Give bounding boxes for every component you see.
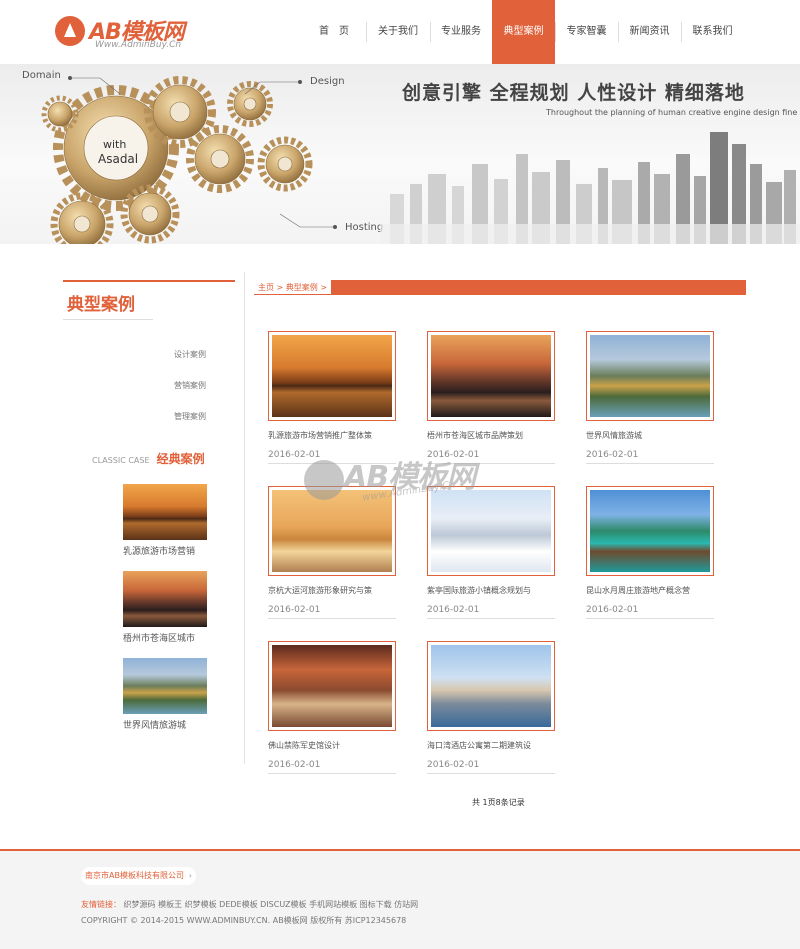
footer-links: 友情链接： 织梦源码 模板王 织梦模板 DEDE模板 DISCUZ模板 手机网站… [81, 899, 418, 910]
sidebar-title: 典型案例 [67, 295, 135, 315]
hero-banner: Domain Design Hosting with Asadal 创意引擎 全… [0, 64, 800, 244]
nav-contact[interactable]: 联系我们 [681, 0, 744, 64]
case-date: 2016-02-01 [427, 605, 555, 619]
case-image[interactable] [272, 335, 392, 417]
sidebar-case-3-caption[interactable]: 世界风情旅游城 [123, 718, 207, 731]
sidebar-link-management[interactable]: 管理案例 [174, 411, 206, 422]
watermark-logo-icon [304, 460, 344, 500]
breadcrumb[interactable]: 主页 > 典型案例 > [254, 280, 332, 295]
case-date: 2016-02-01 [586, 605, 714, 619]
gear-center-line1: with [103, 138, 127, 151]
sidebar-link-marketing[interactable]: 营销案例 [174, 380, 206, 391]
case-title[interactable]: 海口湾酒店公寓第二期建筑设 [427, 740, 555, 751]
gear-label-design: Design [310, 76, 345, 87]
sidebar-case-1-image[interactable] [123, 484, 207, 540]
header: AB模板网 Www.AdminBuy.Cn 首 页 关于我们 专业服务 典型案例… [0, 0, 800, 64]
case-image[interactable] [272, 645, 392, 727]
sidebar-case-1[interactable]: 乳源旅游市场营销 [123, 484, 207, 557]
case-image[interactable] [590, 490, 710, 572]
case-card[interactable]: 佛山禁陈军史馆设计 2016-02-01 [268, 641, 396, 774]
nav-experts[interactable]: 专家智囊 [555, 0, 618, 64]
case-card[interactable]: 梧州市苍海区城市品牌策划 2016-02-01 [427, 331, 555, 464]
case-card[interactable]: 紫亭国际旅游小镇概念规划与 2016-02-01 [427, 486, 555, 619]
case-image[interactable] [590, 335, 710, 417]
footer-company-badge[interactable]: 南京市AB模板科技有限公司 [81, 867, 196, 885]
sidebar-header: 典型案例 [63, 280, 235, 320]
case-date: 2016-02-01 [586, 450, 714, 464]
gears-graphic [41, 76, 337, 244]
nav-news[interactable]: 新闻资讯 [618, 0, 681, 64]
logo-subtext: Www.AdminBuy.Cn [95, 40, 182, 50]
case-title[interactable]: 京杭大运河旅游形象研究与策 [268, 585, 396, 596]
case-card[interactable]: 乳源旅游市场营销推广整体策 2016-02-01 [268, 331, 396, 464]
case-title[interactable]: 佛山禁陈军史馆设计 [268, 740, 396, 751]
case-date: 2016-02-01 [268, 605, 396, 619]
case-image[interactable] [431, 335, 551, 417]
case-date: 2016-02-01 [268, 760, 396, 774]
case-title[interactable]: 世界风情旅游城 [586, 430, 714, 441]
footer-copyright: COPYRIGHT © 2014-2015 WWW.ADMINBUY.CN. A… [81, 916, 407, 925]
case-card[interactable]: 京杭大运河旅游形象研究与策 2016-02-01 [268, 486, 396, 619]
nav-cases[interactable]: 典型案例 [492, 0, 555, 64]
gear-label-domain: Domain [22, 70, 61, 81]
sidebar-case-2[interactable]: 梧州市苍海区城市 [123, 571, 207, 644]
case-image-frame[interactable] [586, 486, 714, 576]
gear-label-hosting: Hosting [345, 222, 384, 233]
gear-center-line2: Asadal [98, 152, 139, 166]
classic-case-heading: CLASSIC CASE 经典案例 [92, 448, 205, 467]
nav-services[interactable]: 专业服务 [430, 0, 492, 64]
nav-about[interactable]: 关于我们 [366, 0, 430, 64]
sidebar-case-1-caption[interactable]: 乳源旅游市场营销 [123, 544, 207, 557]
footer-links-list[interactable]: 织梦源码 模板王 织梦模板 DEDE模板 DISCUZ模板 手机网站模板 图标下… [124, 900, 419, 909]
case-image-frame[interactable] [427, 331, 555, 421]
case-image[interactable] [272, 490, 392, 572]
case-image-frame[interactable] [586, 331, 714, 421]
case-title[interactable]: 乳源旅游市场营销推广整体策 [268, 430, 396, 441]
case-card[interactable]: 海口湾酒店公寓第二期建筑设 2016-02-01 [427, 641, 555, 774]
sidebar-case-3[interactable]: 世界风情旅游城 [123, 658, 207, 731]
nav-home[interactable]: 首 页 [302, 0, 366, 64]
case-image-frame[interactable] [268, 641, 396, 731]
logo-icon [55, 16, 85, 46]
page: AB模板网 Www.AdminBuy.Cn 首 页 关于我们 专业服务 典型案例… [0, 0, 800, 949]
case-image-frame[interactable] [427, 641, 555, 731]
case-image[interactable] [431, 645, 551, 727]
case-title[interactable]: 紫亭国际旅游小镇概念规划与 [427, 585, 555, 596]
main-nav: 首 页 关于我们 专业服务 典型案例 专家智囊 新闻资讯 联系我们 [302, 0, 744, 64]
case-card[interactable]: 世界风情旅游城 2016-02-01 [586, 331, 714, 464]
case-image[interactable] [431, 490, 551, 572]
column-divider [244, 272, 245, 764]
sidebar-link-design[interactable]: 设计案例 [174, 349, 206, 360]
footer-links-label: 友情链接： [81, 900, 121, 909]
sidebar-divider [63, 319, 153, 320]
banner-title: 创意引擎 全程规划 人性设计 精细落地 [402, 82, 745, 104]
city-skyline [380, 132, 800, 244]
case-image-frame[interactable] [268, 331, 396, 421]
case-title[interactable]: 昆山水月周庄旅游地产概念营 [586, 585, 714, 596]
breadcrumb-bar: 主页 > 典型案例 > [254, 280, 746, 295]
banner-subtitle: Throughout the planning of human creativ… [546, 108, 800, 117]
case-date: 2016-02-01 [427, 760, 555, 774]
case-title[interactable]: 梧州市苍海区城市品牌策划 [427, 430, 555, 441]
logo[interactable]: AB模板网 Www.AdminBuy.Cn [55, 14, 195, 54]
sidebar-case-3-image[interactable] [123, 658, 207, 714]
sidebar-case-2-caption[interactable]: 梧州市苍海区城市 [123, 631, 207, 644]
sidebar-case-2-image[interactable] [123, 571, 207, 627]
case-card[interactable]: 昆山水月周庄旅游地产概念营 2016-02-01 [586, 486, 714, 619]
pagination-summary: 共 1页8条记录 [472, 798, 525, 807]
classic-case-en: CLASSIC CASE [92, 456, 150, 465]
case-image-frame[interactable] [427, 486, 555, 576]
footer: 南京市AB模板科技有限公司 友情链接： 织梦源码 模板王 织梦模板 DEDE模板… [0, 849, 800, 949]
classic-case-cn: 经典案例 [156, 452, 205, 466]
